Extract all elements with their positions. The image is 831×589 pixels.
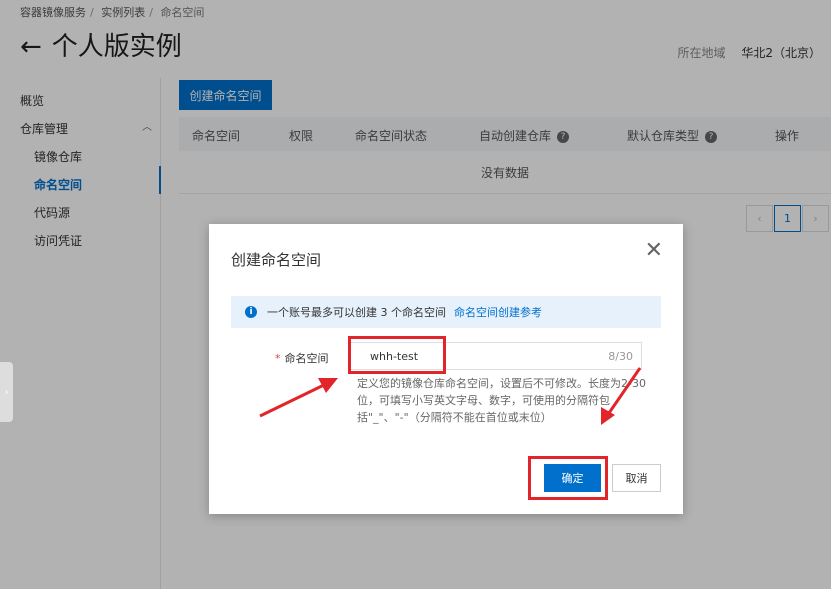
highlight-box-input: [348, 336, 446, 374]
namespace-field-label: * 命名空间: [275, 350, 329, 366]
close-icon[interactable]: ✕: [645, 240, 663, 262]
char-counter: 8/30: [608, 350, 633, 363]
expand-panel-tab[interactable]: ›: [0, 362, 13, 422]
namespace-label-text: 命名空间: [284, 352, 329, 365]
cancel-button[interactable]: 取消: [612, 464, 661, 492]
info-banner: i 一个账号最多可以创建 3 个命名空间 命名空间创建参考: [231, 296, 661, 328]
info-text: 一个账号最多可以创建 3 个命名空间: [267, 306, 446, 319]
namespace-reference-link[interactable]: 命名空间创建参考: [454, 304, 542, 320]
highlight-box-confirm: [528, 456, 608, 500]
dialog-title: 创建命名空间: [231, 251, 322, 269]
create-namespace-dialog: 创建命名空间 ✕ i 一个账号最多可以创建 3 个命名空间 命名空间创建参考 *…: [209, 224, 683, 514]
namespace-hint: 定义您的镜像仓库命名空间，设置后不可修改。长度为2-30位，可填写小写英文字母、…: [357, 377, 646, 424]
info-icon: i: [245, 306, 257, 318]
required-marker: *: [275, 352, 281, 365]
